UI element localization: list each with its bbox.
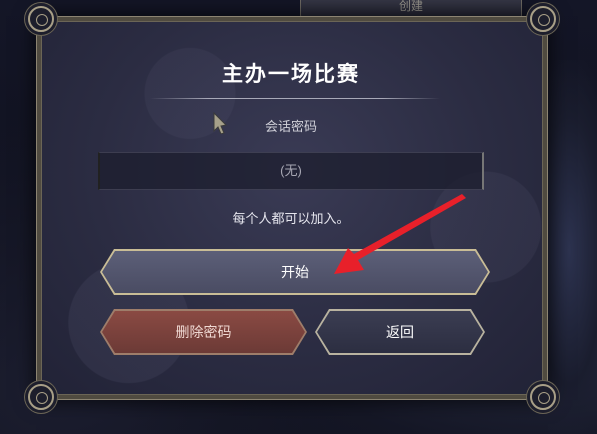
frame-corner-ornament-icon — [530, 384, 556, 410]
start-button[interactable]: 开始 — [100, 249, 490, 295]
delete-password-button-label: 删除密码 — [102, 311, 305, 353]
start-button-label: 开始 — [102, 251, 488, 293]
back-button-label: 返回 — [317, 311, 483, 353]
join-info-text: 每个人都可以加入。 — [232, 212, 350, 227]
dialog-title: 主办一场比赛 — [222, 61, 360, 86]
delete-password-button[interactable]: 删除密码 — [100, 309, 307, 355]
title-divider — [150, 98, 440, 99]
frame-corner-ornament-icon — [530, 6, 556, 32]
frame-corner-ornament-icon — [28, 384, 54, 410]
back-button[interactable]: 返回 — [315, 309, 485, 355]
session-password-label: 会话密码 — [264, 120, 317, 135]
frame-corner-ornament-icon — [28, 6, 54, 32]
game-scene: 创建 主办一场比赛 会话密码 每个人都可以加入。 开始 删除密码 返回 — [0, 0, 597, 434]
session-password-field[interactable] — [98, 152, 484, 190]
